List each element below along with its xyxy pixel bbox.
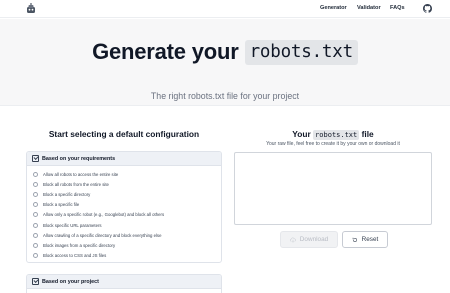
option-label: Allow all robots to access the entire si… <box>43 171 119 177</box>
requirements-card: Based on your requirements Allow all rob… <box>26 151 222 263</box>
hero-title-code: robots.txt <box>244 40 358 65</box>
option-allow-directory-only[interactable]: Allow crawling of a specific directory a… <box>33 230 221 240</box>
option-label: Block access to CSS and JS files <box>43 253 107 259</box>
project-card-label: Based on your project <box>42 279 99 285</box>
robots-txt-textarea[interactable] <box>234 152 432 225</box>
download-button[interactable]: Download <box>280 231 338 248</box>
download-button-label: Download <box>299 236 329 243</box>
output-section-title: Your robots.txt file <box>234 129 432 140</box>
nav-link-faqs[interactable]: FAQs <box>390 5 405 11</box>
radio-button[interactable] <box>33 253 38 259</box>
nav-link-validator[interactable]: Validator <box>357 5 381 11</box>
option-block-all[interactable]: Block all robots from the entire site <box>33 179 221 189</box>
cloud-download-icon <box>289 237 296 243</box>
option-label: Block a specific file <box>43 202 80 208</box>
option-allow-specific-robot[interactable]: Allow only a specific robot (e.g., Googl… <box>33 210 221 220</box>
output-title-prefix: Your <box>292 129 311 139</box>
option-block-url-params[interactable]: Block specific URL parameters <box>33 220 221 230</box>
checklist-icon <box>32 278 39 285</box>
reset-button[interactable]: Reset <box>342 231 388 248</box>
config-section-title: Start selecting a default configuration <box>48 129 200 139</box>
nav-link-generator[interactable]: Generator <box>320 5 347 11</box>
output-subtitle: Your raw file, feel free to create it by… <box>266 141 400 147</box>
radio-button[interactable] <box>33 212 38 218</box>
robot-logo-icon[interactable] <box>26 3 36 14</box>
option-block-css-js[interactable]: Block access to CSS and JS files <box>33 251 221 261</box>
option-allow-all[interactable]: Allow all robots to access the entire si… <box>33 169 221 179</box>
radio-button[interactable] <box>33 232 38 238</box>
top-navbar: Generator Validator FAQs <box>0 0 450 18</box>
radio-button[interactable] <box>33 191 38 197</box>
radio-button[interactable] <box>33 222 38 228</box>
output-title-code: robots.txt <box>313 130 360 140</box>
option-block-directory[interactable]: Block a specific directory <box>33 189 221 199</box>
reset-icon <box>352 237 357 242</box>
checklist-icon <box>32 155 39 162</box>
project-card-header[interactable]: Based on your project <box>27 275 221 289</box>
github-icon[interactable] <box>423 4 432 13</box>
option-label: Allow only a specific robot (e.g., Googl… <box>43 212 165 218</box>
option-label: Allow crawling of a specific directory a… <box>43 232 162 238</box>
radio-button[interactable] <box>33 242 38 248</box>
option-label: Block images from a specific directory <box>43 242 116 248</box>
requirements-options: Allow all robots to access the entire si… <box>27 166 221 261</box>
radio-button[interactable] <box>33 171 38 177</box>
option-block-file[interactable]: Block a specific file <box>33 200 221 210</box>
option-block-images[interactable]: Block images from a specific directory <box>33 240 221 250</box>
requirements-card-header[interactable]: Based on your requirements <box>27 152 221 166</box>
option-label: Block all robots from the entire site <box>43 181 109 187</box>
option-label: Block specific URL parameters <box>43 222 102 228</box>
hero-title-prefix: Generate your <box>92 39 239 64</box>
radio-button[interactable] <box>33 202 38 208</box>
reset-button-label: Reset <box>361 236 379 243</box>
hero-section: Generate your robots.txt The right robot… <box>0 19 450 106</box>
project-card: Based on your project <box>26 274 222 293</box>
requirements-card-label: Based on your requirements <box>42 156 116 162</box>
option-label: Block a specific directory <box>43 191 91 197</box>
radio-button[interactable] <box>33 181 38 187</box>
hero-subtitle: The right robots.txt file for your proje… <box>150 91 300 101</box>
output-title-suffix: file <box>361 129 374 139</box>
hero-title: Generate your robots.txt <box>0 39 450 65</box>
